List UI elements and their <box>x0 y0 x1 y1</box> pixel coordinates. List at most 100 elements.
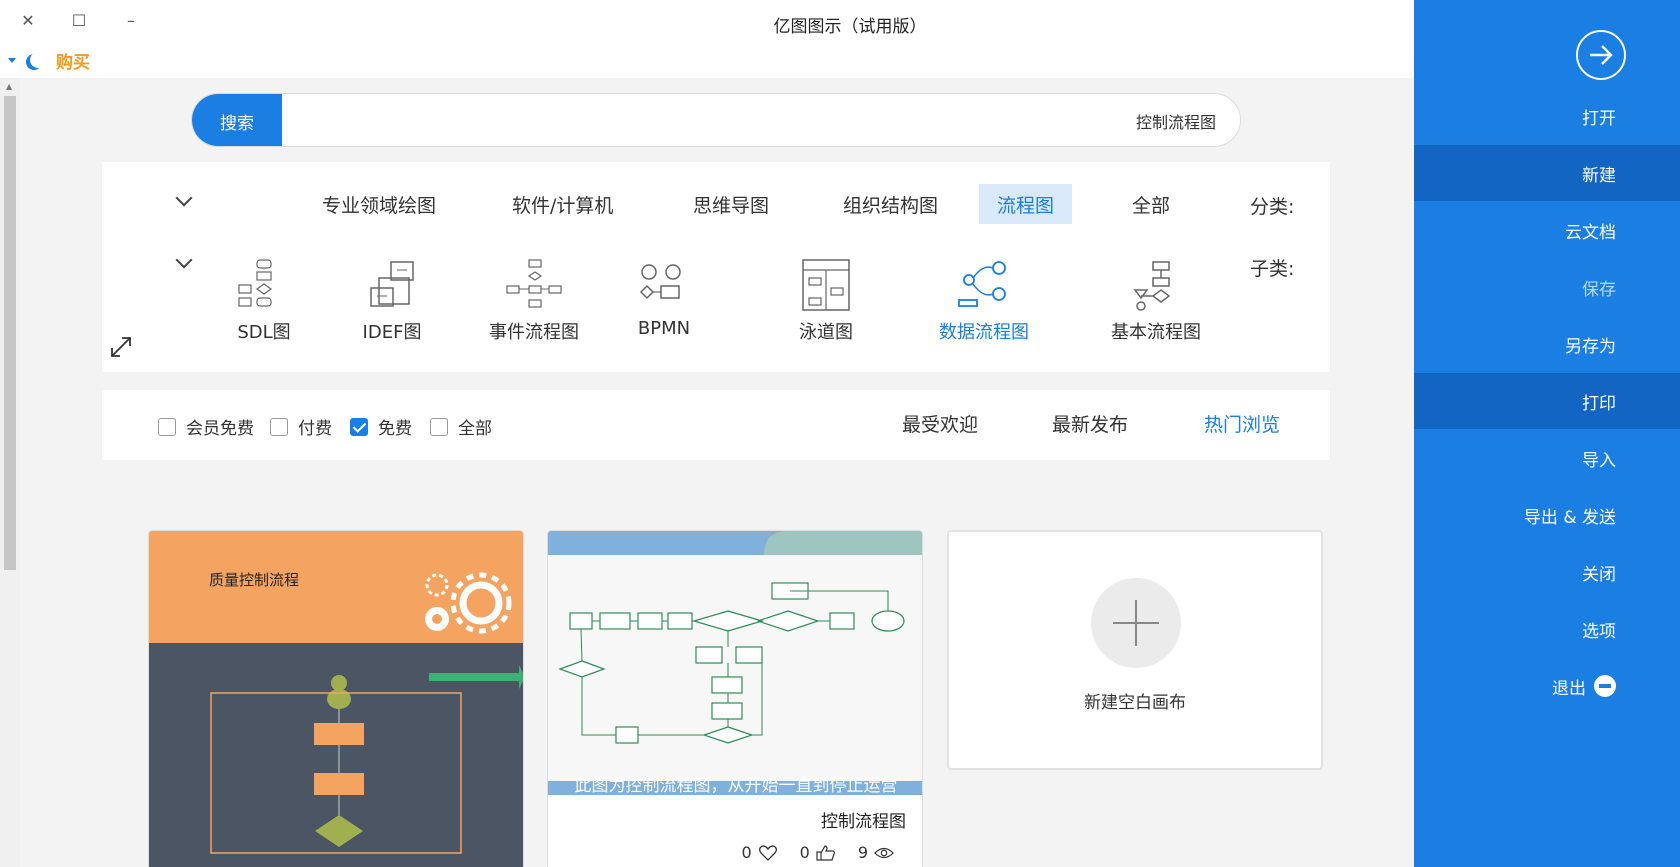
event-flowchart-icon <box>506 259 562 308</box>
checkbox[interactable] <box>270 417 288 436</box>
new-blank-canvas-card[interactable]: 新建空白画布 <box>947 530 1323 770</box>
category-org-chart[interactable]: 组织结构图 <box>825 184 956 224</box>
subcategory-data-flowchart[interactable]: 数据流程图 <box>914 258 1054 344</box>
scroll-up-icon[interactable]: ▲ <box>6 82 12 91</box>
subcategory-label-text: BPMN <box>637 318 691 339</box>
checkbox[interactable] <box>430 417 448 436</box>
backstage-sidebar: 打开 新建 云文档 保存 另存为 打印 导入 导出 & 发送 关闭 选项 退出 <box>1414 0 1680 867</box>
heart-icon <box>758 844 777 861</box>
plus-icon <box>1091 578 1181 668</box>
filter-member-free[interactable]: 会员免费 <box>158 414 254 439</box>
sidebar-item-save[interactable]: 保存 <box>1414 259 1680 315</box>
subcategory-basic-flowchart[interactable]: 基本流程图 <box>1086 258 1226 344</box>
subcategory-sdl[interactable]: SDL图 <box>194 258 334 344</box>
close-window-button[interactable]: ✕ <box>16 10 40 30</box>
window-title: 亿图图示（试用版） <box>773 17 927 37</box>
category-panel: 分类: 全部 流程图 组织结构图 思维导图 软件/计算机 专业领域绘图 子类: … <box>102 162 1330 372</box>
sdl-icon <box>238 259 273 307</box>
sidebar-item-label: 退出 <box>1552 678 1586 699</box>
checkbox[interactable] <box>158 417 176 436</box>
sidebar-item-save-as[interactable]: 另存为 <box>1414 316 1680 372</box>
buy-link[interactable]: 购买 <box>56 48 90 73</box>
open-arrow-icon[interactable] <box>1576 30 1626 80</box>
view-count: 9 <box>858 843 894 862</box>
filter-label: 免费 <box>378 419 412 439</box>
template-stats: 0 0 9 <box>548 843 922 862</box>
subcategory-label-text: 基本流程图 <box>1111 322 1201 343</box>
new-blank-canvas-label: 新建空白画布 <box>1084 693 1186 713</box>
filter-panel: 热门浏览 最新发布 最受欢迎 全部 免费 付费 会员免费 <box>102 390 1330 460</box>
template-gallery: 搜索 控制流程图 分类: 全部 流程图 组织结构图 思维导图 软件/计算机 专业… <box>20 78 1414 867</box>
like-count-value: 0 <box>799 843 810 862</box>
template-card-control-flowchart[interactable]: 此图为控制流程图，从开始一直到停止运营 控制流程图 0 0 9 <box>547 530 923 867</box>
subcategory-bpmn[interactable]: BPMN <box>594 258 734 339</box>
sort-favorite[interactable]: 最受欢迎 <box>902 410 978 437</box>
subcategory-label-text: 泳道图 <box>799 322 853 343</box>
favorite-count[interactable]: 0 <box>741 843 777 862</box>
filter-label: 全部 <box>458 419 492 439</box>
swimlane-icon <box>802 259 850 311</box>
checkbox-checked[interactable] <box>350 417 368 436</box>
card-thumbnail-diagram <box>149 643 523 867</box>
subcategory-idef[interactable]: IDEF图 <box>322 258 462 344</box>
diagram-preview <box>210 665 523 854</box>
buy-bar: 购买 <box>0 46 90 74</box>
sidebar-item-open[interactable]: 打开 <box>1414 88 1680 144</box>
vertical-scrollbar[interactable]: ▲ <box>0 78 20 867</box>
card-thumbnail <box>548 531 922 795</box>
bpmn-icon <box>639 264 681 300</box>
subcategory-label-text: 事件流程图 <box>489 322 579 343</box>
subcategory-swimlane[interactable]: 泳道图 <box>756 258 896 344</box>
thumbs-up-icon <box>816 844 835 861</box>
sidebar-item-close[interactable]: 关闭 <box>1414 544 1680 600</box>
sort-popular[interactable]: 热门浏览 <box>1204 410 1280 437</box>
maximize-window-button[interactable]: ☐ <box>67 10 91 30</box>
gear-icon <box>425 572 512 634</box>
search-bar[interactable]: 搜索 控制流程图 <box>191 93 1241 147</box>
template-title: 控制流程图 <box>821 812 906 832</box>
category-mind-map[interactable]: 思维导图 <box>675 184 787 224</box>
thumbnail-caption: 此图为控制流程图，从开始一直到停止运营 <box>574 776 898 796</box>
caret-down-icon[interactable] <box>8 57 16 63</box>
scrollbar-thumb[interactable] <box>4 96 16 570</box>
title-bar: ✕ ☐ – 亿图图示（试用版） 购买 <box>0 0 1414 73</box>
filter-all[interactable]: 全部 <box>430 414 492 439</box>
data-flowchart-icon <box>958 261 1006 307</box>
template-card-quality-control[interactable]: 质量控制流程 <box>148 530 524 867</box>
minimize-window-button[interactable]: – <box>119 10 143 30</box>
eye-icon <box>874 847 894 858</box>
idef-icon <box>370 261 414 307</box>
like-count[interactable]: 0 <box>800 843 836 862</box>
subcategory-label: 子类: <box>1250 258 1295 280</box>
sidebar-item-import[interactable]: 导入 <box>1414 430 1680 486</box>
moon-icon[interactable] <box>30 52 46 68</box>
filter-paid[interactable]: 付费 <box>270 414 332 439</box>
filter-label: 付费 <box>298 419 332 439</box>
chevron-down-icon[interactable] <box>175 251 193 269</box>
subcategory-label-text: SDL图 <box>237 322 291 343</box>
search-button[interactable]: 搜索 <box>192 94 282 146</box>
sidebar-item-options[interactable]: 选项 <box>1414 601 1680 657</box>
category-label: 分类: <box>1250 196 1295 218</box>
expand-icon[interactable] <box>110 336 132 358</box>
sidebar-item-export-send[interactable]: 导出 & 发送 <box>1414 487 1680 543</box>
subcategory-event-flowchart[interactable]: 事件流程图 <box>464 258 604 344</box>
filter-label: 会员免费 <box>186 419 254 439</box>
chevron-down-icon[interactable] <box>175 189 193 207</box>
category-software[interactable]: 软件/计算机 <box>494 184 631 224</box>
search-input[interactable]: 控制流程图 <box>1136 94 1216 146</box>
card-thumbnail-header: 质量控制流程 <box>149 531 523 643</box>
exit-icon <box>1594 675 1616 697</box>
category-all[interactable]: 全部 <box>1114 184 1188 224</box>
sidebar-item-print[interactable]: 打印 <box>1414 373 1680 429</box>
category-flowchart[interactable]: 流程图 <box>979 184 1073 224</box>
sidebar-item-exit[interactable]: 退出 <box>1414 658 1680 714</box>
sidebar-item-new[interactable]: 新建 <box>1414 145 1680 201</box>
sort-newest[interactable]: 最新发布 <box>1052 410 1128 437</box>
basic-flowchart-icon <box>1133 261 1171 311</box>
filter-free[interactable]: 免费 <box>350 414 412 439</box>
flowchart-preview <box>548 531 922 795</box>
view-count-value: 9 <box>857 843 868 862</box>
sidebar-item-cloud-docs[interactable]: 云文档 <box>1414 202 1680 258</box>
category-professional[interactable]: 专业领域绘图 <box>304 184 454 224</box>
